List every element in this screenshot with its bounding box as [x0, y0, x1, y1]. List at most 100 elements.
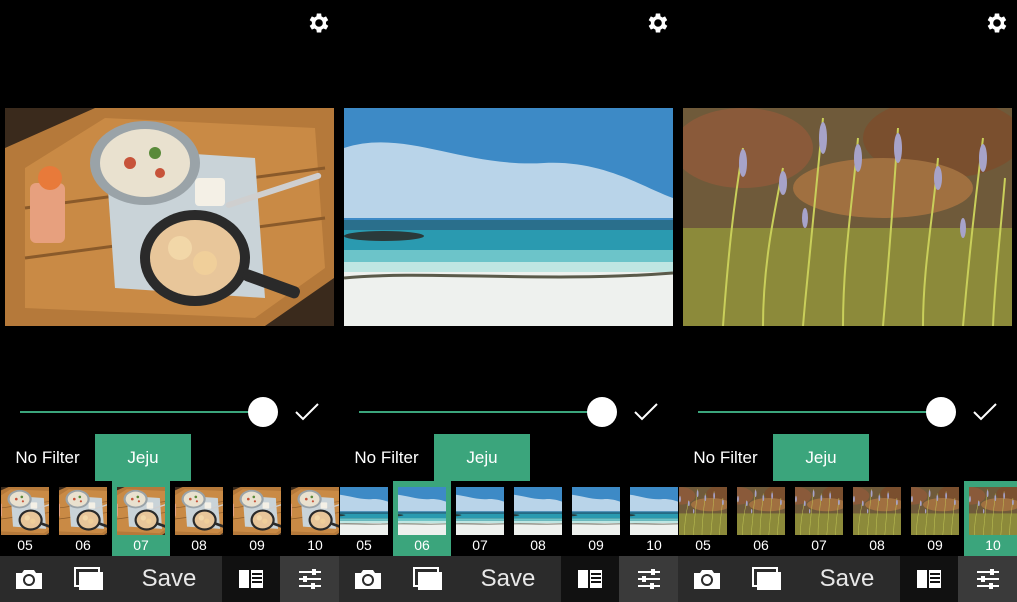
filter-thumbnail[interactable]: 10 — [964, 481, 1017, 556]
filter-thumbnail-image — [291, 487, 339, 535]
filter-thumbnail[interactable]: 07 — [112, 481, 170, 556]
filter-thumbnail-label: 09 — [588, 537, 604, 553]
filter-tabs: No Filter Jeju — [339, 434, 678, 481]
slider-knob[interactable] — [926, 397, 956, 427]
filter-thumbnail-image — [59, 487, 107, 535]
editor-panel-3: No Filter Jeju 05 06 07 08 09 10 Save — [678, 0, 1017, 602]
filter-thumbnail[interactable]: 10 — [286, 481, 339, 556]
tab-jeju[interactable]: Jeju — [773, 434, 869, 481]
filter-thumbnail-image — [1, 487, 49, 535]
save-button[interactable]: Save — [118, 556, 220, 602]
filter-thumbnail[interactable]: 09 — [906, 481, 964, 556]
filter-thumbnail-image — [969, 487, 1017, 535]
adjust-button[interactable] — [958, 556, 1017, 602]
checkmark-icon[interactable] — [293, 400, 321, 424]
film-icon — [917, 570, 941, 588]
filter-thumbnail-image — [679, 487, 727, 535]
slider-track — [698, 411, 941, 413]
film-button[interactable] — [561, 556, 619, 602]
filter-thumbnail-image — [737, 487, 785, 535]
film-button[interactable] — [222, 556, 280, 602]
checkmark-icon[interactable] — [632, 400, 660, 424]
intensity-slider[interactable] — [20, 396, 278, 428]
filter-thumbnail-strip: 05 06 07 08 09 10 — [0, 481, 339, 556]
filter-thumbnail-label: 09 — [927, 537, 943, 553]
filter-thumbnail-image — [233, 487, 281, 535]
gear-icon[interactable] — [984, 10, 1010, 36]
filter-thumbnail[interactable]: 05 — [339, 481, 393, 556]
filter-thumbnail[interactable]: 08 — [509, 481, 567, 556]
filter-thumbnail-image — [911, 487, 959, 535]
camera-button[interactable] — [0, 556, 58, 602]
filter-thumbnail-image — [340, 487, 388, 535]
tab-no-filter[interactable]: No Filter — [678, 434, 773, 481]
film-icon — [239, 570, 263, 588]
slider-knob[interactable] — [587, 397, 617, 427]
filter-thumbnail-image — [572, 487, 620, 535]
frames-button[interactable] — [399, 556, 457, 602]
gear-icon[interactable] — [645, 10, 671, 36]
gear-icon[interactable] — [306, 10, 332, 36]
bottom-toolbar: Save — [0, 556, 339, 602]
camera-icon — [694, 570, 720, 589]
intensity-slider[interactable] — [359, 396, 617, 428]
filter-thumbnail-label: 05 — [356, 537, 372, 553]
adjust-button[interactable] — [619, 556, 678, 602]
save-button[interactable]: Save — [457, 556, 559, 602]
filter-thumbnail[interactable]: 08 — [170, 481, 228, 556]
filter-thumbnail[interactable]: 09 — [228, 481, 286, 556]
tab-jeju[interactable]: Jeju — [95, 434, 191, 481]
filter-thumbnail-image — [795, 487, 843, 535]
filter-thumbnail[interactable]: 06 — [732, 481, 790, 556]
filter-thumbnail-label: 07 — [133, 537, 149, 553]
editor-panel-2: No Filter Jeju 05 06 07 08 09 10 Save — [339, 0, 678, 602]
checkmark-icon[interactable] — [971, 400, 999, 424]
filter-thumbnail[interactable]: 06 — [54, 481, 112, 556]
intensity-slider[interactable] — [698, 396, 956, 428]
filter-thumbnail[interactable]: 07 — [451, 481, 509, 556]
filter-thumbnail-label: 07 — [811, 537, 827, 553]
filter-thumbnail[interactable]: 08 — [848, 481, 906, 556]
filter-thumbnail-label: 06 — [753, 537, 769, 553]
filter-thumbnail-label: 10 — [307, 537, 323, 553]
tab-no-filter[interactable]: No Filter — [0, 434, 95, 481]
photo-preview — [344, 108, 673, 326]
photo-preview — [5, 108, 334, 326]
filter-thumbnail-image — [514, 487, 562, 535]
tab-jeju[interactable]: Jeju — [434, 434, 530, 481]
filter-thumbnail[interactable]: 10 — [625, 481, 678, 556]
filter-thumbnail[interactable]: 07 — [790, 481, 848, 556]
filter-thumbnail-label: 09 — [249, 537, 265, 553]
slider-track — [359, 411, 602, 413]
filter-thumbnail[interactable]: 06 — [393, 481, 451, 556]
filter-thumbnail-label: 05 — [17, 537, 33, 553]
camera-icon — [355, 570, 381, 589]
frames-icon — [74, 567, 103, 590]
frames-button[interactable] — [738, 556, 796, 602]
slider-track — [20, 411, 263, 413]
filter-tabs: No Filter Jeju — [678, 434, 1017, 481]
camera-button[interactable] — [678, 556, 736, 602]
filter-thumbnail-strip: 05 06 07 08 09 10 — [678, 481, 1017, 556]
tab-no-filter[interactable]: No Filter — [339, 434, 434, 481]
filter-thumbnail[interactable]: 09 — [567, 481, 625, 556]
slider-knob[interactable] — [248, 397, 278, 427]
filter-thumbnail-image — [175, 487, 223, 535]
camera-button[interactable] — [339, 556, 397, 602]
bottom-toolbar: Save — [339, 556, 678, 602]
filter-thumbnail[interactable]: 05 — [678, 481, 732, 556]
filter-thumbnail-label: 08 — [869, 537, 885, 553]
film-button[interactable] — [900, 556, 958, 602]
filter-thumbnail-image — [456, 487, 504, 535]
filter-thumbnail[interactable]: 05 — [0, 481, 54, 556]
filter-thumbnail-label: 07 — [472, 537, 488, 553]
sliders-icon — [298, 569, 321, 589]
sliders-icon — [637, 569, 660, 589]
frames-button[interactable] — [60, 556, 118, 602]
filter-tabs: No Filter Jeju — [0, 434, 339, 481]
save-button[interactable]: Save — [796, 556, 898, 602]
film-icon — [578, 570, 602, 588]
filter-thumbnail-label: 06 — [414, 537, 430, 553]
adjust-button[interactable] — [280, 556, 339, 602]
filter-thumbnail-label: 10 — [646, 537, 662, 553]
